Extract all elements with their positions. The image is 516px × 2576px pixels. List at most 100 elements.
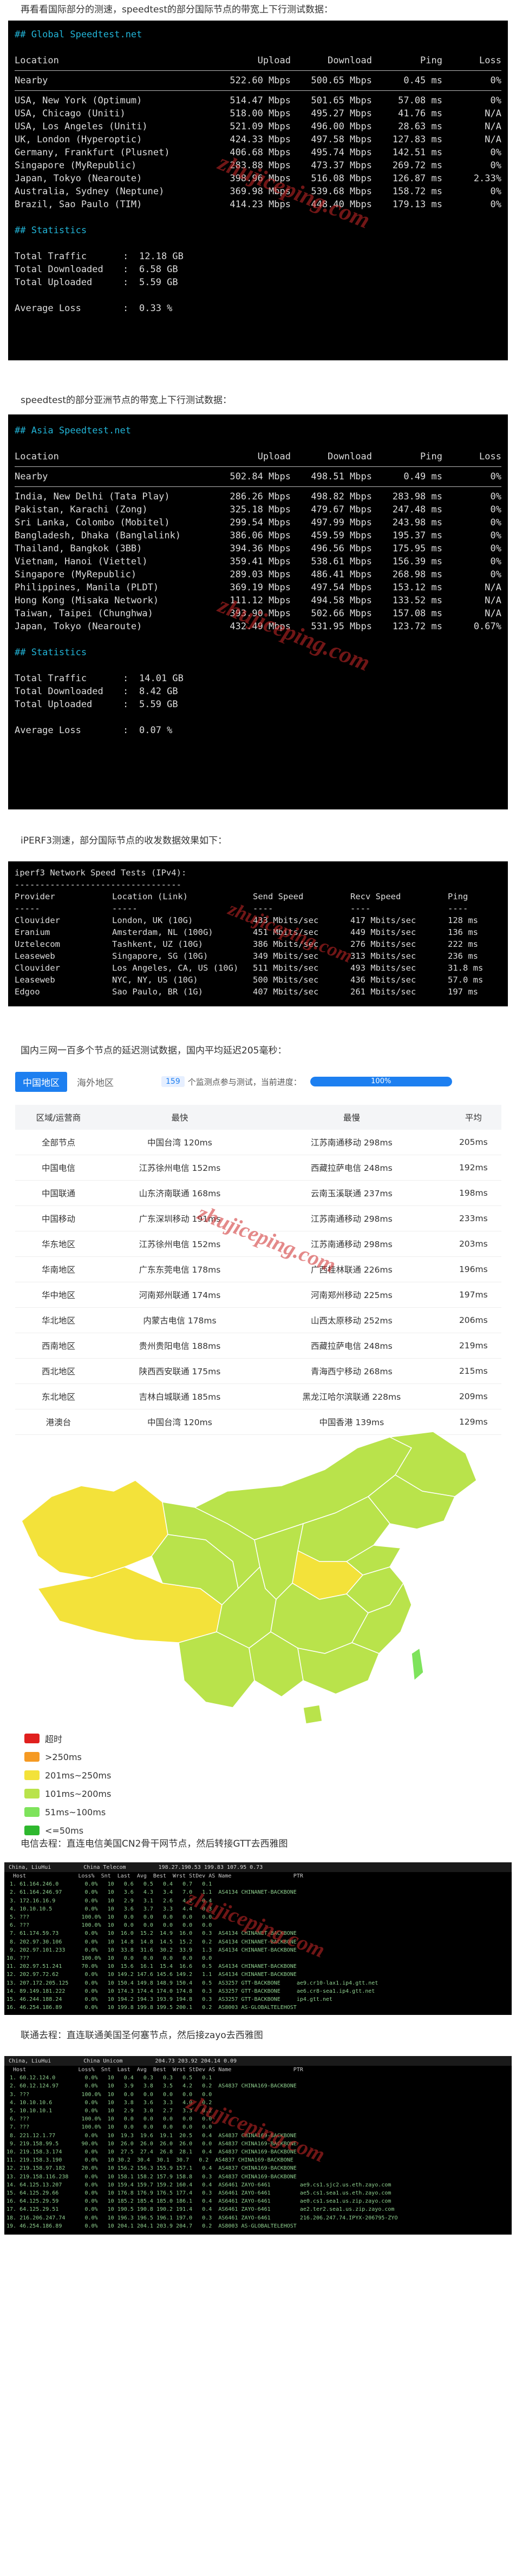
cell-loss: N/A [485, 608, 501, 619]
table-row: Philippines, Manila (PLDT) 369.19 Mbps 497… [15, 581, 501, 594]
monitor-text: 个监测点参与测试，当前进度： [187, 1077, 302, 1087]
cell-fastest: 河南郑州联通 174ms [101, 1282, 258, 1308]
tab-china[interactable]: 中国地区 [15, 1071, 67, 1092]
cell-average: 203ms [445, 1231, 501, 1257]
global-average-loss: Average Loss:0.33 % [15, 302, 215, 315]
iperf-row: Edgoo Sao Paulo, BR (1G) 407 Mbits/sec 261 … [15, 986, 501, 998]
cell-average: 206ms [445, 1307, 501, 1333]
cell-download: 459.59 Mbps [311, 530, 372, 541]
cell-ping: 175.95 ms [392, 543, 442, 554]
cell-ping: 157.08 ms [392, 608, 442, 619]
col-fastest: 最快 [101, 1105, 258, 1130]
table-row: 华南地区 广东东莞电信 178ms 广西桂林联通 226ms 196ms [15, 1256, 501, 1282]
cell-send: 386 Mbits/sec [253, 939, 319, 949]
global-speedtest-title: ## Global Speedtest.net [15, 29, 142, 40]
cell-location: Singapore, SG (10G) [112, 951, 208, 961]
col-recv: Recv Speed [350, 892, 401, 901]
mtr-hop-row: 14. 64.125.13.207 0.0% 10 159.4 159.7 15… [6, 2182, 391, 2188]
cell-ping: 158.72 ms [392, 186, 442, 197]
mtr-hop-row: 6. ??? 100.0% 10 0.0 0.0 0.0 0.0 0.0 [6, 1922, 212, 1929]
cell-download: 497.99 Mbps [311, 517, 372, 528]
stat-label: Total Traffic [15, 673, 87, 684]
cell-average: 215ms [445, 1358, 501, 1384]
divider [15, 70, 501, 71]
stat-sep: : [123, 699, 129, 710]
mtr-hop-row: 3. 172.16.16.9 0.0% 10 2.9 3.1 2.6 4.2 0… [6, 1898, 212, 1904]
col-provider: Provider [15, 892, 55, 901]
cell-region: 中国电信 [15, 1155, 102, 1181]
cell-loss: 0.67% [473, 621, 501, 632]
mtr-hop-row: 7. ??? 100.0% 10 0.0 0.0 0.0 0.0 0.0 [6, 2124, 212, 2131]
stat-label: Total Uploaded [15, 277, 93, 288]
tab-overseas[interactable]: 海外地区 [77, 1075, 114, 1089]
cell-location: India, New Delhi (Tata Play) [15, 491, 170, 502]
cell-ping: 127.83 ms [392, 134, 442, 145]
mtr-hop-row: 11. 202.97.51.241 70.0% 10 15.6 16.1 15.… [6, 1964, 297, 1970]
iperf-row: Clouvider Los Angeles, CA, US (10G) 511 Mb… [15, 962, 501, 974]
legend-swatch [24, 1734, 40, 1743]
stat-label: Total Downloaded [15, 264, 103, 275]
cell-upload: 369.19 Mbps [230, 582, 291, 593]
stat-value: 8.42 GB [139, 686, 178, 697]
cell-fastest: 贵州贵阳电信 188ms [101, 1333, 258, 1359]
cell-send: 433 Mbits/sec [253, 915, 319, 925]
cell-ping: 126.87 ms [392, 173, 442, 184]
stat-sep: : [123, 686, 129, 697]
cell-ping: 57.0 ms [448, 975, 484, 985]
mtr-hop-row: 16. 64.125.29.59 0.0% 10 185.2 185.4 185… [6, 2198, 391, 2205]
cell-download: 538.61 Mbps [311, 556, 372, 567]
cell-average: 233ms [445, 1205, 501, 1231]
cell-provider: Eranium [15, 927, 50, 937]
cell-location: Sri Lanka, Colombo (Mobitel) [15, 517, 170, 528]
cell-fastest: 吉林白城联通 185ms [101, 1383, 258, 1409]
mtr-hop-row: 3. ??? 100.0% 10 0.0 0.0 0.0 0.0 0.0 [6, 2091, 212, 2098]
legend-item: 超时 [24, 1729, 111, 1748]
mtr-hop-row: 15. 46.244.188.24 0.0% 10 194.2 194.3 19… [6, 1997, 333, 2003]
cell-recv: 449 Mbits/sec [350, 927, 416, 937]
stat-sep: : [123, 303, 129, 314]
cell-upload: 359.41 Mbps [230, 556, 291, 567]
legend-swatch [24, 1770, 40, 1780]
iperf-terminal: iperf3 Network Speed Tests (IPv4): -----… [8, 861, 508, 1006]
iperf-divider: --------------------------------- [15, 880, 181, 890]
cell-loss: 0% [490, 160, 501, 171]
cell-recv: 261 Mbits/sec [350, 987, 416, 997]
stat-value: 5.59 GB [139, 277, 178, 288]
col-ping: Ping [420, 451, 442, 462]
stat-value: 0.33 % [139, 303, 173, 314]
table-row: Sri Lanka, Colombo (Mobitel) 299.54 Mbps 4… [15, 516, 501, 529]
mtr-hop-row: 14. 89.149.181.222 0.0% 10 174.3 174.4 1… [6, 1988, 375, 1994]
cell-upload: 398.96 Mbps [230, 173, 291, 184]
global-nearby-table: Nearby 522.60 Mbps 500.65 Mbps 0.45 ms 0% [15, 74, 501, 87]
mtr-telecom-terminal: China, LiuHui China Telecom 198.27.190.5… [4, 1862, 512, 2015]
cell-location: Amsterdam, NL (100G) [112, 927, 213, 937]
stat-label: Average Loss [15, 725, 81, 736]
divider [15, 486, 501, 487]
asia-speedtest-title: ## Asia Speedtest.net [15, 425, 131, 436]
cell-upload: 369.98 Mbps [230, 186, 291, 197]
col-average: 平均 [445, 1105, 501, 1130]
mtr-hop-row: 9. 202.97.101.233 0.0% 10 33.8 31.6 30.2… [6, 1947, 297, 1953]
cell-download: 516.08 Mbps [311, 173, 372, 184]
mtr-rows: 1. 60.12.124.0 0.0% 10 0.4 0.3 0.3 0.5 0… [4, 2074, 512, 2230]
stat-sep: : [123, 277, 129, 288]
cell-ping: 222 ms [448, 939, 478, 949]
mtr-hop-row: 15. 64.125.29.66 0.0% 10 176.8 176.9 176… [6, 2190, 391, 2197]
cell-ping: 57.08 ms [398, 95, 442, 106]
cell-slowest: 江苏南通移动 298ms [258, 1231, 446, 1257]
cell-ping: 128 ms [448, 915, 478, 925]
map-region-guangdong [297, 1642, 380, 1695]
legend-swatch [24, 1807, 40, 1817]
cell-download: 494.58 Mbps [311, 595, 372, 606]
mtr-hop-row: 13. 207.172.205.125 0.0% 10 150.4 149.8 … [6, 1980, 378, 1986]
cell-ping: 153.12 ms [392, 582, 442, 593]
table-row: 中国联通 山东济南联通 168ms 云南玉溪联通 237ms 198ms [15, 1180, 501, 1206]
mtr-hop-row: 5. 10.10.10.1 0.0% 10 2.9 3.0 2.7 3.3 0.… [6, 2108, 212, 2114]
cell-send: 451 Mbits/sec [253, 927, 319, 937]
cell-slowest: 江苏南通移动 298ms [258, 1130, 446, 1155]
iperf-row: Eranium Amsterdam, NL (100G) 451 Mbits/sec… [15, 926, 501, 938]
table-row: 全部节点 中国台湾 120ms 江苏南通移动 298ms 205ms [15, 1130, 501, 1155]
mtr-location: China, LiuHui [9, 2058, 51, 2064]
cell-location: Tashkent, UZ (10G) [112, 939, 203, 949]
cell-loss: 0% [490, 543, 501, 554]
